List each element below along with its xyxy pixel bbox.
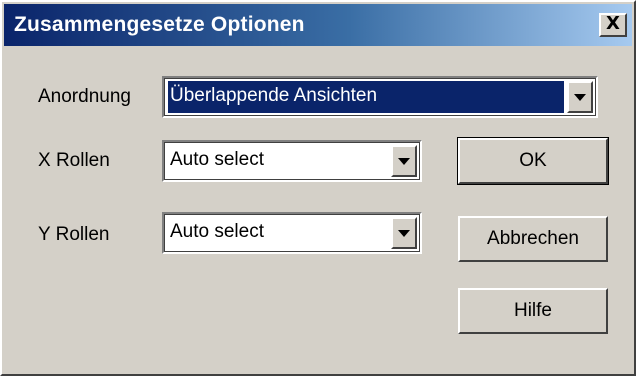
anordnung-value: Überlappende Ansichten xyxy=(168,81,564,113)
x-rollen-value: Auto select xyxy=(170,149,264,170)
x-rollen-label: X Rollen xyxy=(38,150,110,171)
y-rollen-label: Y Rollen xyxy=(38,224,110,245)
close-icon: X xyxy=(606,13,620,34)
anordnung-select[interactable]: Überlappende Ansichten xyxy=(162,76,598,118)
chevron-down-icon[interactable] xyxy=(567,81,593,113)
help-button[interactable]: Hilfe xyxy=(458,288,608,334)
ok-button[interactable]: OK xyxy=(457,137,609,185)
y-rollen-select[interactable]: Auto select xyxy=(162,212,422,254)
x-rollen-select[interactable]: Auto select xyxy=(162,140,422,182)
close-button[interactable]: X xyxy=(599,13,627,37)
options-dialog: Zusammengesetze Optionen X Anordnung Übe… xyxy=(0,0,636,376)
cancel-button[interactable]: Abbrechen xyxy=(458,216,608,262)
title-bar[interactable]: Zusammengesetze Optionen X xyxy=(4,4,632,46)
dialog-title: Zusammengesetze Optionen xyxy=(14,13,305,36)
y-rollen-value: Auto select xyxy=(170,221,264,242)
chevron-down-icon[interactable] xyxy=(391,217,417,249)
anordnung-label: Anordnung xyxy=(38,86,131,107)
chevron-down-icon[interactable] xyxy=(391,145,417,177)
